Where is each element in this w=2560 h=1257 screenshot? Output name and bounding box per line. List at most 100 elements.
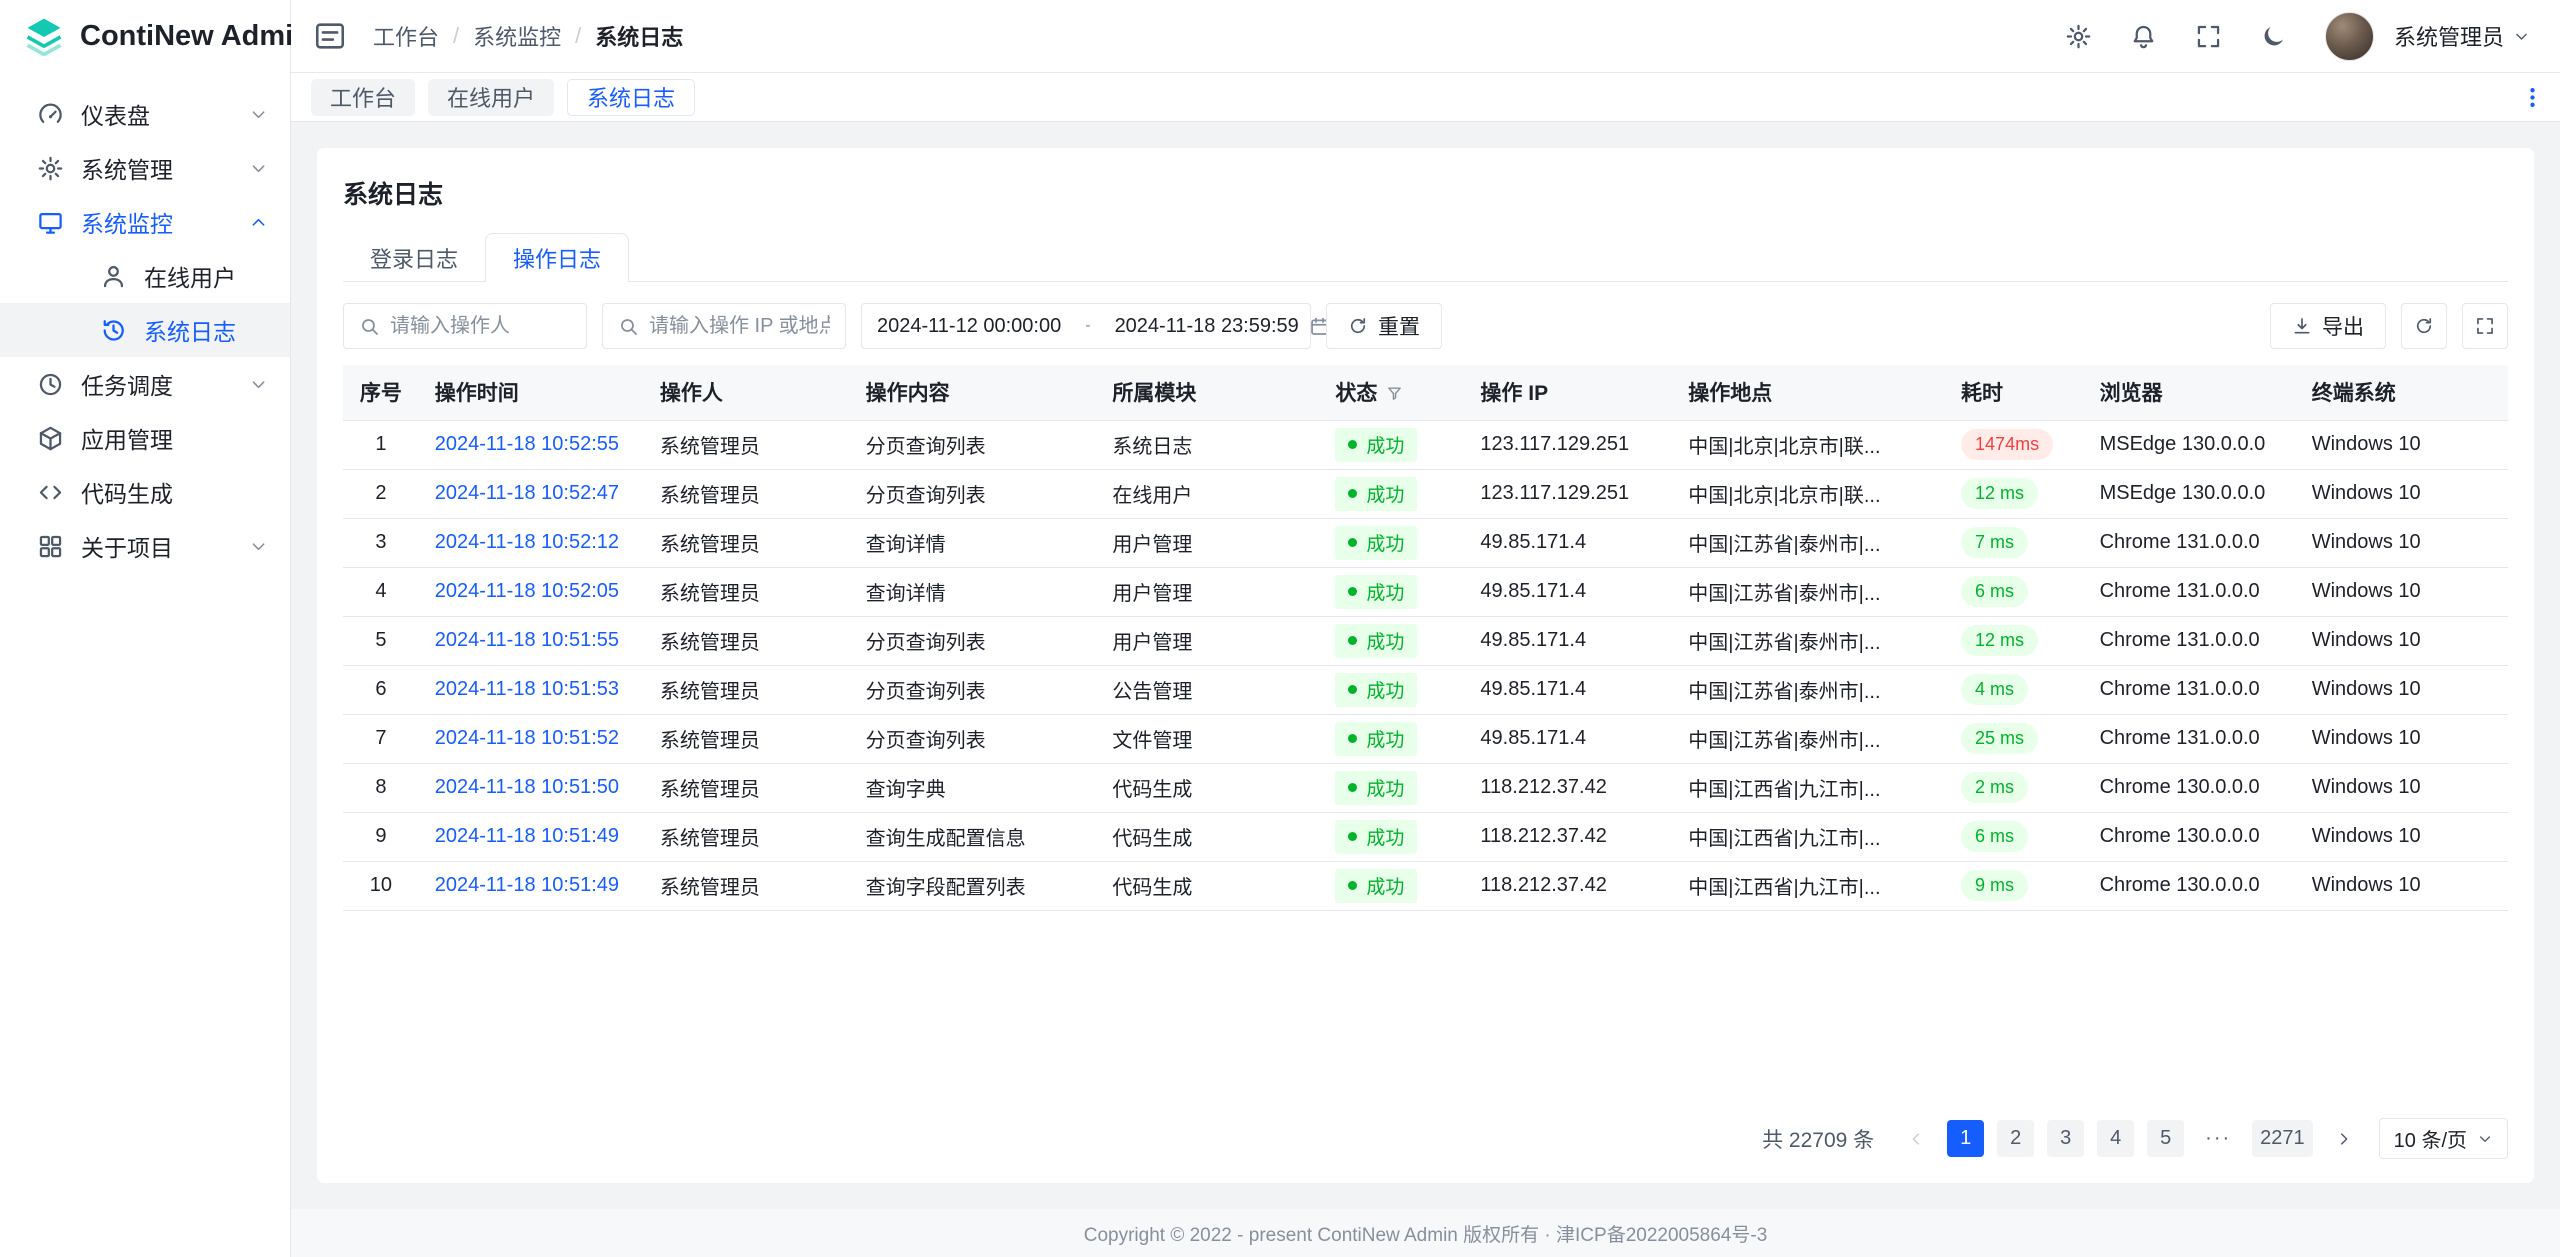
col-location: 操作地点	[1672, 365, 1945, 420]
pagination-page-2[interactable]: 2	[1997, 1120, 2034, 1157]
breadcrumb-separator: /	[575, 23, 581, 49]
tab-operation-log[interactable]: 操作日志	[485, 233, 629, 282]
cell-content: 分页查询列表	[850, 714, 1097, 763]
sidebar-item-about-project[interactable]: 关于项目	[0, 519, 290, 573]
cell-os: Windows 10	[2296, 861, 2508, 910]
top-header: 工作台 / 系统监控 / 系统日志 系统管理员	[291, 0, 2560, 73]
duration-badge: 12 ms	[1961, 625, 2038, 656]
sidebar-item-system-monitor[interactable]: 系统监控	[0, 195, 290, 249]
cell-time-link[interactable]: 2024-11-18 10:51:49	[419, 861, 644, 910]
app-logo[interactable]: ContiNew Admin	[0, 0, 290, 73]
pagination-page-1[interactable]: 1	[1947, 1120, 1984, 1157]
notification-icon[interactable]	[2130, 23, 2157, 50]
cell-ip: 118.212.37.42	[1464, 812, 1672, 861]
cell-time-link[interactable]: 2024-11-18 10:51:50	[419, 763, 644, 812]
cell-time-link[interactable]: 2024-11-18 10:52:05	[419, 567, 644, 616]
sidebar-item-code-generation[interactable]: 代码生成	[0, 465, 290, 519]
table-fullscreen-button[interactable]	[2462, 303, 2508, 349]
status-badge: 成功	[1335, 526, 1417, 560]
cell-duration: 12 ms	[1945, 616, 2084, 665]
pagination-next-button[interactable]	[2326, 1120, 2363, 1157]
breadcrumb-item[interactable]: 工作台	[373, 20, 439, 52]
chevron-down-icon	[249, 105, 268, 124]
cell-content: 分页查询列表	[850, 420, 1097, 469]
sidebar-item-dashboard[interactable]: 仪表盘	[0, 87, 290, 141]
date-range-picker[interactable]: 2024-11-12 00:00:00 - 2024-11-18 23:59:5…	[861, 303, 1311, 349]
sidebar-item-online-users[interactable]: 在线用户	[0, 249, 290, 303]
sidebar-item-system-log[interactable]: 系统日志	[0, 303, 290, 357]
cell-os: Windows 10	[2296, 763, 2508, 812]
cell-module: 代码生成	[1096, 861, 1319, 910]
pagination-page-5[interactable]: 5	[2147, 1120, 2184, 1157]
cell-ip: 49.85.171.4	[1464, 616, 1672, 665]
cell-browser: Chrome 131.0.0.0	[2084, 616, 2296, 665]
log-table: 序号 操作时间 操作人 操作内容 所属模块 状态 操作 IP 操作地点 耗时 浏…	[343, 365, 2508, 911]
grid-icon	[37, 533, 64, 560]
tab-login-log[interactable]: 登录日志	[343, 233, 485, 282]
cell-content: 查询详情	[850, 567, 1097, 616]
chevron-down-icon	[249, 159, 268, 178]
pagination-page-3[interactable]: 3	[2047, 1120, 2084, 1157]
nav-tab-system-log[interactable]: 系统日志	[567, 79, 695, 116]
breadcrumb-item[interactable]: 系统监控	[473, 20, 561, 52]
nav-tab-workbench[interactable]: 工作台	[311, 79, 415, 116]
sidebar-item-system-management[interactable]: 系统管理	[0, 141, 290, 195]
status-dot-icon	[1348, 881, 1357, 890]
user-icon	[100, 263, 127, 290]
cell-time-link[interactable]: 2024-11-18 10:51:55	[419, 616, 644, 665]
col-ip: 操作 IP	[1464, 365, 1672, 420]
collapse-menu-button[interactable]	[313, 19, 347, 53]
sidebar-item-task-schedule[interactable]: 任务调度	[0, 357, 290, 411]
pagination-ellipsis[interactable]: ···	[2197, 1120, 2239, 1157]
operator-search-input[interactable]	[390, 315, 571, 338]
nav-tabs: 工作台 在线用户 系统日志	[291, 73, 2560, 122]
page-size-select[interactable]: 10 条/页	[2379, 1118, 2508, 1159]
cell-time-link[interactable]: 2024-11-18 10:52:55	[419, 420, 644, 469]
status-text: 成功	[1366, 578, 1404, 605]
settings-icon[interactable]	[2065, 23, 2092, 50]
fullscreen-icon[interactable]	[2195, 23, 2222, 50]
cell-time-link[interactable]: 2024-11-18 10:51:53	[419, 665, 644, 714]
sidebar-item-app-management[interactable]: 应用管理	[0, 411, 290, 465]
pagination-last-page[interactable]: 2271	[2252, 1120, 2313, 1157]
status-dot-icon	[1348, 489, 1357, 498]
nav-tab-online-users[interactable]: 在线用户	[428, 79, 554, 116]
cell-ip: 49.85.171.4	[1464, 665, 1672, 714]
cell-module: 用户管理	[1096, 518, 1319, 567]
cell-module: 文件管理	[1096, 714, 1319, 763]
cell-time-link[interactable]: 2024-11-18 10:52:12	[419, 518, 644, 567]
pagination-page-4[interactable]: 4	[2097, 1120, 2134, 1157]
cell-no: 8	[343, 763, 419, 812]
dark-mode-icon[interactable]	[2260, 23, 2287, 50]
sidebar-item-label: 关于项目	[81, 529, 173, 563]
table-row: 7 2024-11-18 10:51:52 系统管理员 分页查询列表 文件管理 …	[343, 714, 2508, 763]
refresh-table-button[interactable]	[2401, 303, 2447, 349]
header-actions: 系统管理员	[2065, 12, 2530, 61]
more-icon[interactable]	[2519, 84, 2546, 111]
filter-icon[interactable]	[1386, 385, 1403, 402]
export-icon	[2292, 316, 2312, 336]
cell-browser: Chrome 131.0.0.0	[2084, 518, 2296, 567]
export-button[interactable]: 导出	[2270, 303, 2386, 349]
reset-label: 重置	[1378, 311, 1420, 341]
table-row: 5 2024-11-18 10:51:55 系统管理员 分页查询列表 用户管理 …	[343, 616, 2508, 665]
search-icon	[359, 316, 380, 337]
cell-time-link[interactable]: 2024-11-18 10:51:49	[419, 812, 644, 861]
chevron-down-icon	[249, 537, 268, 556]
reset-button[interactable]: 重置	[1326, 303, 1442, 349]
cell-location: 中国|江西省|九江市|...	[1672, 763, 1945, 812]
cell-time-link[interactable]: 2024-11-18 10:52:47	[419, 469, 644, 518]
breadcrumb: 工作台 / 系统监控 / 系统日志	[373, 20, 683, 52]
table-fullscreen-icon	[2475, 316, 2495, 336]
user-menu[interactable]: 系统管理员	[2394, 20, 2530, 52]
cell-no: 7	[343, 714, 419, 763]
cell-time-link[interactable]: 2024-11-18 10:51:52	[419, 714, 644, 763]
cell-module: 代码生成	[1096, 763, 1319, 812]
user-avatar[interactable]	[2325, 12, 2374, 61]
cell-status: 成功	[1319, 763, 1464, 812]
cell-status: 成功	[1319, 420, 1464, 469]
ip-search-input[interactable]	[649, 315, 830, 338]
cell-status: 成功	[1319, 714, 1464, 763]
cell-operator: 系统管理员	[644, 763, 850, 812]
pagination-prev-button[interactable]	[1897, 1120, 1934, 1157]
